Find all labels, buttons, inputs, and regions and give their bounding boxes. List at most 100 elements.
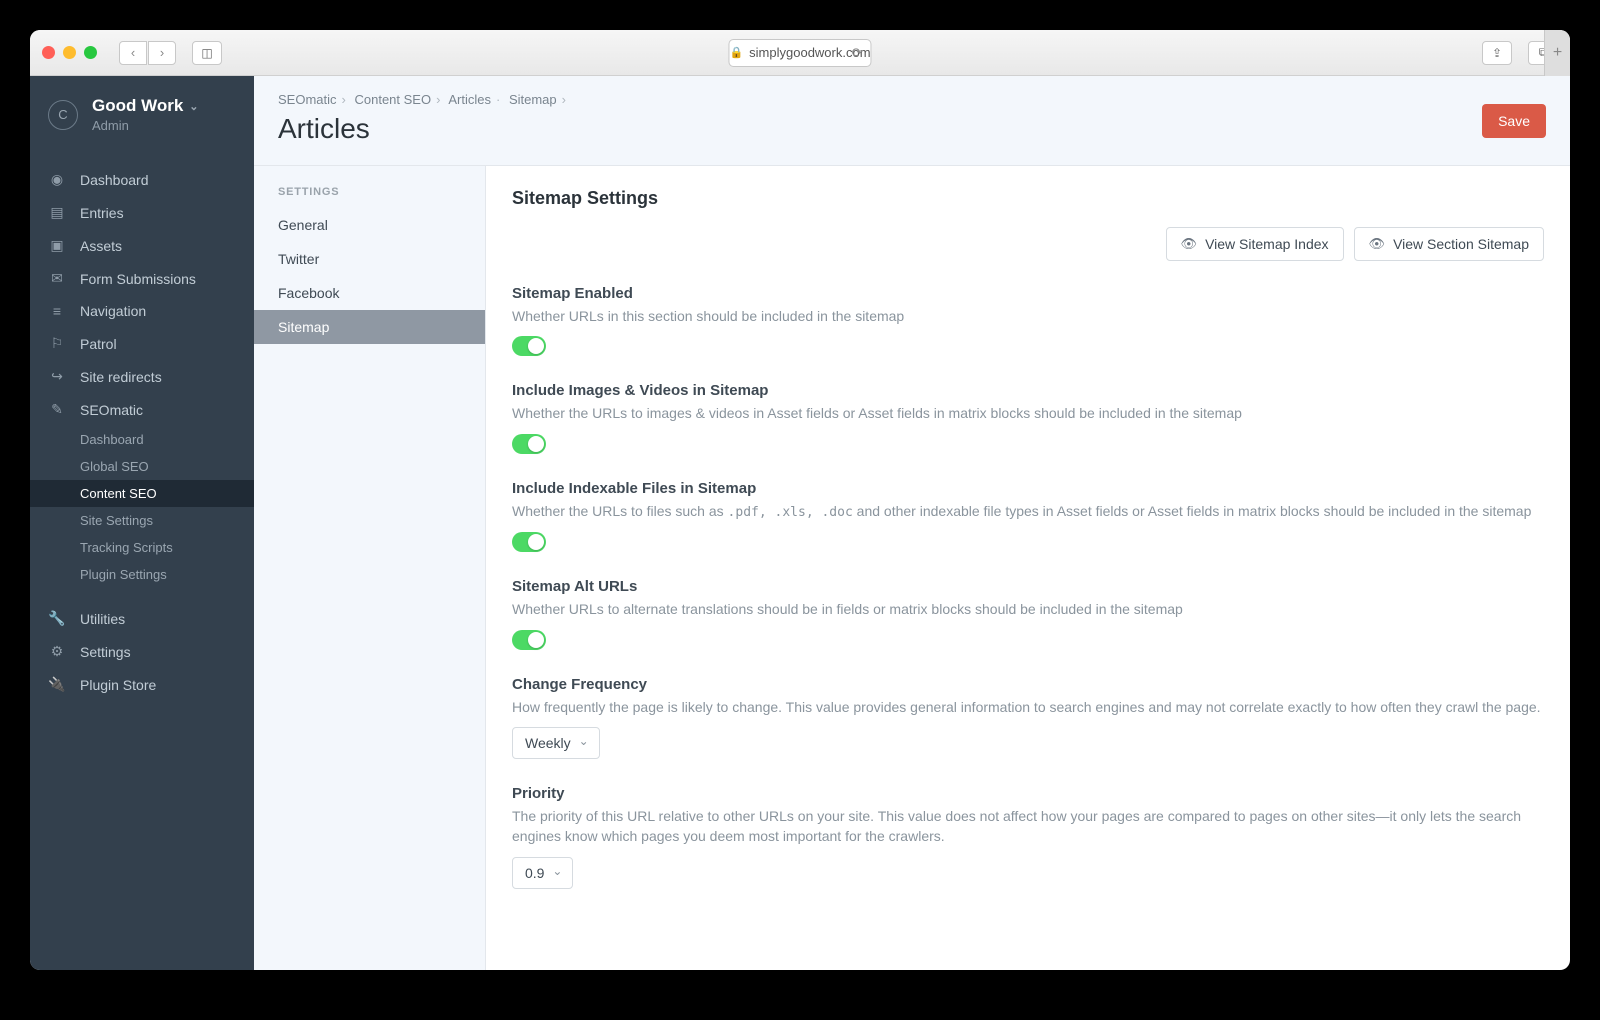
field-alt-urls: Sitemap Alt URLs Whether URLs to alterna…	[512, 578, 1544, 649]
field-help: How frequently the page is likely to cha…	[512, 697, 1544, 717]
crumb[interactable]: Articles	[448, 92, 491, 107]
nav-assets[interactable]: ▣Assets	[30, 229, 254, 262]
subnav-site-settings[interactable]: Site Settings	[30, 507, 254, 534]
field-label: Include Images & Videos in Sitemap	[512, 382, 1544, 399]
new-tab-button[interactable]: +	[1544, 30, 1570, 76]
field-help: Whether the URLs to images & videos in A…	[512, 403, 1544, 423]
nav-site-redirects[interactable]: ↪Site redirects	[30, 360, 254, 393]
brand-role: Admin	[92, 118, 199, 133]
field-label: Change Frequency	[512, 676, 1544, 693]
app-sidebar: C Good Work ⌄ Admin ◉Dashboard ▤Entries …	[30, 76, 254, 970]
main: SEOmatic› Content SEO› Articles· Sitemap…	[254, 76, 1570, 970]
newspaper-icon: ▤	[48, 204, 66, 221]
toggle-sitemap-enabled[interactable]	[512, 336, 546, 356]
field-help: Whether URLs to alternate translations s…	[512, 599, 1544, 619]
share-button[interactable]: ⇪	[1482, 41, 1512, 65]
image-icon: ▣	[48, 237, 66, 254]
nav-patrol[interactable]: ⚐Patrol	[30, 327, 254, 360]
field-include-files: Include Indexable Files in Sitemap Wheth…	[512, 480, 1544, 553]
tab-general[interactable]: General	[254, 208, 485, 242]
field-sitemap-enabled: Sitemap Enabled Whether URLs in this sec…	[512, 285, 1544, 356]
subnav-dashboard[interactable]: Dashboard	[30, 426, 254, 453]
nav-settings[interactable]: ⚙Settings	[30, 635, 254, 668]
wrench-icon: 🔧	[48, 610, 66, 627]
back-button[interactable]: ‹	[119, 41, 147, 65]
nav-utilities[interactable]: 🔧Utilities	[30, 602, 254, 635]
crumb[interactable]: Sitemap	[509, 92, 557, 107]
field-label: Sitemap Enabled	[512, 285, 1544, 302]
inbox-icon: ✉	[48, 270, 66, 287]
subnav-plugin-settings[interactable]: Plugin Settings	[30, 561, 254, 588]
code-extensions: .pdf, .xls, .doc	[728, 505, 853, 520]
maximize-window-icon[interactable]	[84, 46, 97, 59]
toggle-include-images[interactable]	[512, 434, 546, 454]
nav-dashboard[interactable]: ◉Dashboard	[30, 163, 254, 196]
field-label: Sitemap Alt URLs	[512, 578, 1544, 595]
field-change-frequency: Change Frequency How frequently the page…	[512, 676, 1544, 759]
titlebar: ‹ › ◫ 🔒 simplygoodwork.com ⟳ ⇪ ⧉ +	[30, 30, 1570, 76]
lock-icon: 🔒	[729, 46, 743, 59]
tab-sitemap[interactable]: Sitemap	[254, 310, 485, 344]
toggle-alt-urls[interactable]	[512, 630, 546, 650]
toggle-include-files[interactable]	[512, 532, 546, 552]
plug-icon: 🔌	[48, 676, 66, 693]
select-priority[interactable]: 0.9	[512, 857, 573, 889]
field-label: Priority	[512, 785, 1544, 802]
chevron-down-icon: ⌄	[189, 100, 198, 113]
menu-icon: ≡	[48, 303, 66, 319]
field-include-images: Include Images & Videos in Sitemap Wheth…	[512, 382, 1544, 453]
forward-button[interactable]: ›	[148, 41, 176, 65]
subnav-global-seo[interactable]: Global SEO	[30, 453, 254, 480]
address-bar[interactable]: 🔒 simplygoodwork.com ⟳	[728, 39, 871, 67]
subnav-content-seo[interactable]: Content SEO	[30, 480, 254, 507]
field-help: The priority of this URL relative to oth…	[512, 806, 1544, 847]
gear-icon: ⚙	[48, 643, 66, 660]
content-area: C Good Work ⌄ Admin ◉Dashboard ▤Entries …	[30, 76, 1570, 970]
flag-icon: ⚐	[48, 335, 66, 352]
view-sitemap-index-button[interactable]: 👁 View Sitemap Index	[1166, 227, 1344, 261]
save-button[interactable]: Save	[1482, 104, 1546, 138]
field-label: Include Indexable Files in Sitemap	[512, 480, 1544, 497]
reload-icon[interactable]: ⟳	[852, 45, 863, 61]
sidebar-toggle-button[interactable]: ◫	[192, 41, 222, 65]
crumb[interactable]: Content SEO	[354, 92, 431, 107]
traffic-lights	[42, 46, 97, 59]
breadcrumbs: SEOmatic› Content SEO› Articles· Sitemap…	[278, 92, 1546, 107]
gauge-icon: ◉	[48, 171, 66, 188]
browser-window: ‹ › ◫ 🔒 simplygoodwork.com ⟳ ⇪ ⧉ + C Goo…	[30, 30, 1570, 970]
close-window-icon[interactable]	[42, 46, 55, 59]
brand-block[interactable]: C Good Work ⌄ Admin	[30, 76, 254, 147]
field-help: Whether URLs in this section should be i…	[512, 306, 1544, 326]
nav-form-submissions[interactable]: ✉Form Submissions	[30, 262, 254, 295]
section-title: Sitemap Settings	[512, 188, 1544, 209]
nav-navigation[interactable]: ≡Navigation	[30, 295, 254, 327]
view-buttons: 👁 View Sitemap Index 👁 View Section Site…	[512, 227, 1544, 261]
seo-icon: ✎	[48, 401, 66, 418]
eye-icon: 👁	[1181, 236, 1198, 252]
page-body: SETTINGS General Twitter Facebook Sitema…	[254, 166, 1570, 970]
eye-icon: 👁	[1369, 236, 1386, 252]
brand-name: Good Work ⌄	[92, 96, 199, 116]
seomatic-subnav: Dashboard Global SEO Content SEO Site Se…	[30, 426, 254, 588]
redirect-icon: ↪	[48, 368, 66, 385]
field-help: Whether the URLs to files such as .pdf, …	[512, 501, 1544, 523]
select-change-frequency[interactable]: Weekly	[512, 727, 600, 759]
field-priority: Priority The priority of this URL relati…	[512, 785, 1544, 889]
nav-entries[interactable]: ▤Entries	[30, 196, 254, 229]
tab-twitter[interactable]: Twitter	[254, 242, 485, 276]
brand-avatar: C	[48, 100, 78, 130]
tab-facebook[interactable]: Facebook	[254, 276, 485, 310]
page-title: Articles	[278, 113, 1546, 145]
settings-tabs: SETTINGS General Twitter Facebook Sitema…	[254, 166, 486, 970]
form-area: Sitemap Settings 👁 View Sitemap Index 👁 …	[486, 166, 1570, 970]
subnav-tracking-scripts[interactable]: Tracking Scripts	[30, 534, 254, 561]
nav-buttons: ‹ ›	[119, 41, 176, 65]
nav-plugin-store[interactable]: 🔌Plugin Store	[30, 668, 254, 701]
crumb[interactable]: SEOmatic	[278, 92, 337, 107]
primary-nav: ◉Dashboard ▤Entries ▣Assets ✉Form Submis…	[30, 147, 254, 701]
view-section-sitemap-button[interactable]: 👁 View Section Sitemap	[1354, 227, 1544, 261]
page-header: SEOmatic› Content SEO› Articles· Sitemap…	[254, 76, 1570, 166]
minimize-window-icon[interactable]	[63, 46, 76, 59]
settings-heading: SETTINGS	[254, 186, 485, 208]
nav-seomatic[interactable]: ✎SEOmatic	[30, 393, 254, 426]
